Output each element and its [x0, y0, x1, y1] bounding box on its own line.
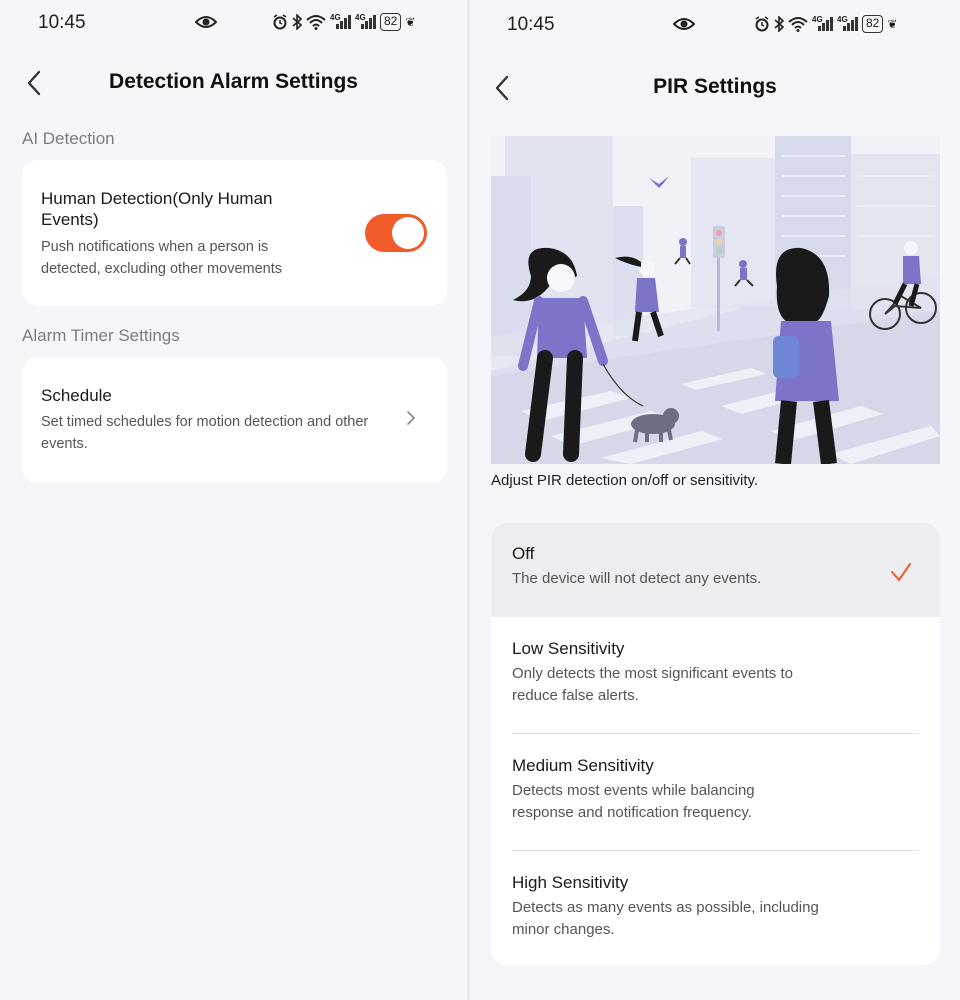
- pir-illustration: [491, 136, 940, 464]
- alarm-icon: [755, 16, 769, 32]
- human-detection-title: Human Detection(Only Human Events): [41, 189, 273, 229]
- pir-options-list: Off The device will not detect any event…: [491, 523, 940, 965]
- status-time: 10:45: [38, 12, 86, 33]
- human-detection-card: Human Detection(Only Human Events) Push …: [22, 160, 447, 306]
- leaf-icon: ❦: [887, 17, 898, 31]
- signal-icon: 4G: [837, 15, 858, 32]
- option-title: High Sensitivity: [512, 873, 629, 892]
- page-title: Detection Alarm Settings: [109, 70, 358, 93]
- eye-icon: [673, 18, 695, 30]
- schedule-title: Schedule: [41, 386, 112, 405]
- option-title: Low Sensitivity: [512, 639, 625, 658]
- schedule-description: Set timed schedules for motion detection…: [41, 414, 369, 452]
- bluetooth-icon: [774, 16, 784, 32]
- leaf-icon: ❦: [405, 15, 416, 29]
- bluetooth-icon: [292, 14, 302, 30]
- section-label-alarm-timer: Alarm Timer Settings: [22, 326, 180, 345]
- human-detection-toggle[interactable]: [365, 214, 427, 252]
- nav-bar: PIR Settings: [470, 70, 960, 104]
- toggle-knob: [392, 217, 424, 249]
- pir-caption: Adjust PIR detection on/off or sensitivi…: [491, 472, 759, 489]
- battery-icon: 82: [862, 15, 884, 33]
- option-medium-sensitivity[interactable]: Medium Sensitivity Detects most events w…: [491, 734, 940, 851]
- human-detection-description: Push notifications when a person is dete…: [41, 239, 282, 277]
- option-high-sensitivity[interactable]: High Sensitivity Detects as many events …: [491, 851, 940, 965]
- schedule-row[interactable]: Schedule Set timed schedules for motion …: [22, 357, 447, 483]
- option-description: The device will not detect any events.: [512, 570, 762, 587]
- option-title: Off: [512, 544, 535, 563]
- option-description: Detects as many events as possible, incl…: [512, 899, 819, 938]
- wifi-icon: [306, 15, 326, 30]
- option-off[interactable]: Off The device will not detect any event…: [491, 523, 940, 617]
- system-icons: 4G 4G 82 ❦: [754, 15, 897, 33]
- signal-icon: 4G: [812, 15, 833, 32]
- page-title: PIR Settings: [653, 75, 777, 98]
- detection-alarm-settings-screen: 10:45 4G 4G 82 ❦ Detection Alarm Setting…: [0, 0, 467, 1000]
- option-title: Medium Sensitivity: [512, 756, 654, 775]
- chevron-right-icon: [407, 411, 415, 425]
- signal-icon: 4G: [330, 13, 351, 30]
- status-bar: 10:45 4G 4G 82 ❦: [0, 0, 467, 48]
- eye-icon: [195, 16, 217, 28]
- signal-icon: 4G: [355, 13, 376, 30]
- alarm-icon: [273, 14, 287, 30]
- status-time: 10:45: [507, 14, 555, 35]
- nav-bar: Detection Alarm Settings: [0, 66, 467, 100]
- system-icons: 4G 4G 82 ❦: [272, 13, 415, 31]
- status-bar: 10:45 4G 4G 82 ❦: [470, 0, 960, 48]
- checkmark-icon: [891, 563, 911, 581]
- battery-icon: 82: [380, 13, 402, 31]
- section-label-ai-detection: AI Detection: [22, 129, 115, 148]
- option-description: Only detects the most significant events…: [512, 665, 793, 704]
- wifi-icon: [788, 17, 808, 32]
- option-description: Detects most events while balancing resp…: [512, 782, 755, 821]
- option-low-sensitivity[interactable]: Low Sensitivity Only detects the most si…: [491, 617, 940, 734]
- pir-settings-screen: 10:45 4G 4G 82 ❦ PIR Settings Adjust PIR…: [470, 0, 960, 1000]
